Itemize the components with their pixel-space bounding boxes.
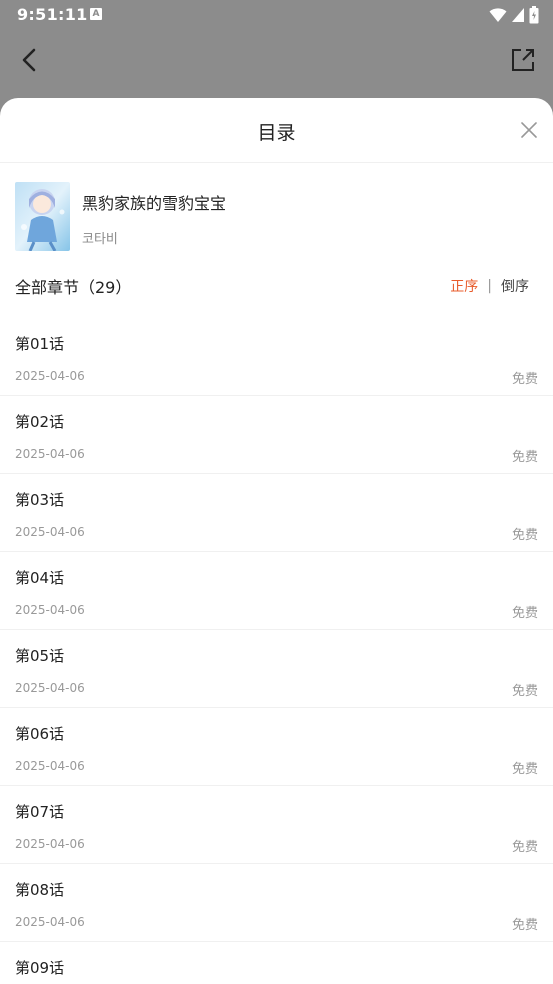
chapter-name: 第01话 [15, 335, 65, 353]
chapters-header: 全部章节（29） 正序 | 倒序 [15, 274, 538, 298]
chapter-date: 2025-04-06 [15, 681, 85, 695]
chapter-date: 2025-04-06 [15, 603, 85, 617]
chapter-price: 免费 [511, 840, 538, 855]
chapter-price: 免费 [511, 372, 538, 387]
chapter-name: 第07话 [15, 803, 65, 821]
chapter-name: 第08话 [15, 881, 65, 899]
chapter-name: 第09话 [15, 959, 65, 977]
chapter-row[interactable]: 第04话 2025-04-06 免费 [0, 552, 553, 630]
sheet-title: 目录 [257, 122, 296, 144]
chapter-date: 2025-04-06 [15, 759, 85, 773]
chapter-price: 免费 [511, 450, 538, 465]
book-title: 黑豹家族的雪豹宝宝 [82, 194, 227, 213]
sort-descending-button[interactable]: 倒序 [501, 276, 529, 296]
chapters-count-label: 全部章节（29） [15, 278, 132, 297]
status-time: 9:51:11 [17, 5, 88, 24]
book-author: 코타비 [82, 232, 118, 247]
chapter-price: 免费 [511, 762, 538, 777]
battery-icon [529, 6, 539, 24]
chapter-price: 免费 [511, 918, 538, 933]
chapter-row[interactable]: 第09话 [0, 942, 553, 984]
chapter-price: 免费 [511, 606, 538, 621]
chapter-row[interactable]: 第02话 2025-04-06 免费 [0, 396, 553, 474]
chapter-name: 第06话 [15, 725, 65, 743]
chapter-price: 免费 [511, 528, 538, 543]
chapter-list: 第01话 2025-04-06 免费 第02话 2025-04-06 免费 第0… [0, 318, 553, 984]
chapter-name: 第02话 [15, 413, 65, 431]
status-icons [489, 6, 539, 24]
chapter-row[interactable]: 第03话 2025-04-06 免费 [0, 474, 553, 552]
chapter-name: 第03话 [15, 491, 65, 509]
chapter-name: 第04话 [15, 569, 65, 587]
notification-a-icon: A [90, 8, 102, 20]
chapter-date: 2025-04-06 [15, 837, 85, 851]
chapter-date: 2025-04-06 [15, 915, 85, 929]
sort-ascending-button[interactable]: 正序 [450, 276, 478, 296]
sort-order-toggle: 正序 | 倒序 [450, 276, 529, 296]
chapter-row[interactable]: 第07话 2025-04-06 免费 [0, 786, 553, 864]
wifi-icon [489, 8, 507, 22]
table-of-contents-sheet: 目录 黑豹家族的雪豹宝宝 코타비 全部章节（29） 正序 | 倒序 第01话 2… [0, 98, 553, 984]
status-bar: 9:51:11 A [0, 0, 553, 30]
chapter-row[interactable]: 第01话 2025-04-06 免费 [0, 318, 553, 396]
chapter-price: 免费 [511, 684, 538, 699]
share-button[interactable] [509, 46, 537, 74]
sheet-header: 目录 [0, 98, 553, 163]
chapter-date: 2025-04-06 [15, 447, 85, 461]
chapter-date: 2025-04-06 [15, 525, 85, 539]
chapter-row[interactable]: 第08话 2025-04-06 免费 [0, 864, 553, 942]
top-bar [0, 30, 553, 90]
chapter-date: 2025-04-06 [15, 369, 85, 383]
book-info[interactable]: 黑豹家族的雪豹宝宝 코타비 [15, 182, 535, 252]
book-cover-image [15, 182, 70, 251]
back-button[interactable] [14, 44, 46, 76]
sort-separator: | [487, 278, 492, 294]
chapter-row[interactable]: 第05话 2025-04-06 免费 [0, 630, 553, 708]
chapter-row[interactable]: 第06话 2025-04-06 免费 [0, 708, 553, 786]
signal-icon [512, 8, 524, 22]
chapter-name: 第05话 [15, 647, 65, 665]
close-button[interactable] [519, 120, 539, 140]
